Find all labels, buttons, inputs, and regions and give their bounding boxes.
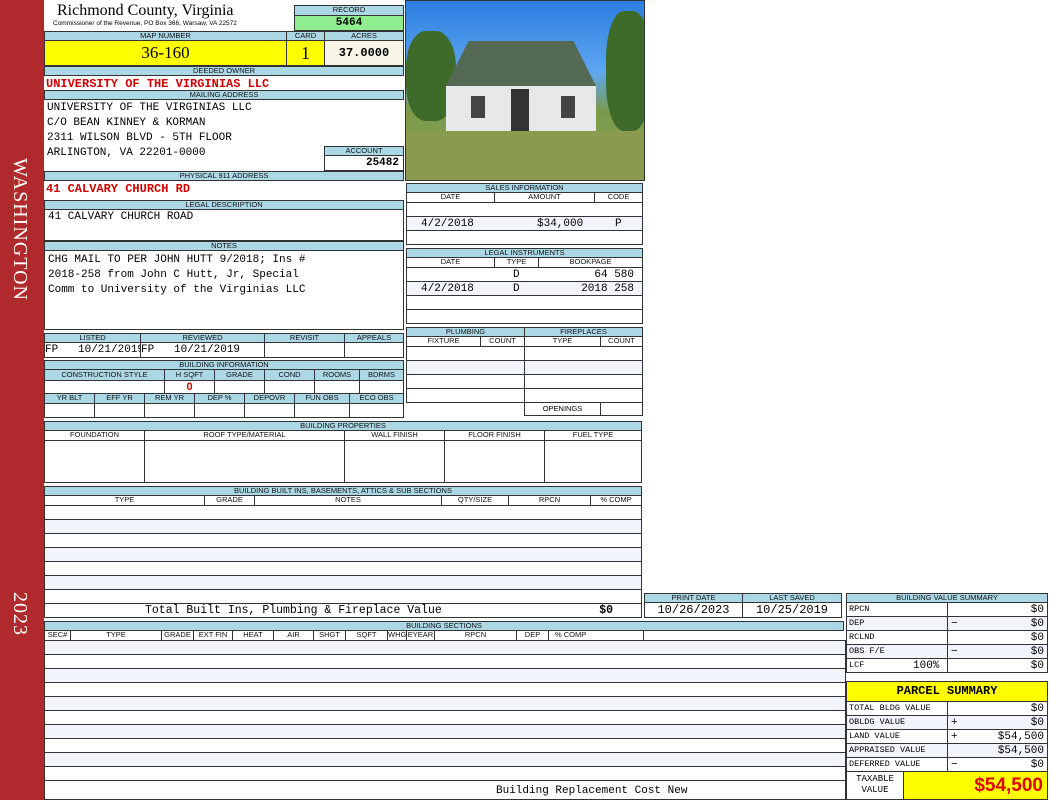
- print-date: 10/26/2023: [644, 602, 743, 618]
- summary-value: $0: [1030, 604, 1044, 616]
- summary-label: DEFERRED VALUE: [847, 758, 948, 771]
- deeded-owner: UNIVERSITY OF THE VIRGINIAS LLC: [46, 77, 270, 91]
- openings-label: OPENINGS: [524, 402, 601, 416]
- summary-label: RPCN: [847, 603, 948, 616]
- building-sections-table: Building Replacement Cost New: [44, 640, 846, 800]
- summary-value: $54,500: [997, 745, 1044, 757]
- instruments-table: D 64 580 4/2/2018 D 2018 258: [406, 267, 643, 324]
- summary-sign: −: [951, 646, 958, 658]
- summary-label: OBS F/E: [847, 645, 948, 658]
- parcel-summary-table: TOTAL BLDG VALUE $0 OBLDG VALUE + $0 LAND VAL…: [846, 701, 1048, 772]
- summary-row: DEP − $0: [847, 617, 1047, 631]
- notes: CHG MAIL TO PER JOHN HUTT 9/2018; Ins # …: [44, 250, 404, 330]
- sale-amount: $34,000: [537, 218, 584, 230]
- map-number: 36-160: [44, 40, 287, 66]
- reviewed-value: FP 10/21/2019: [140, 342, 265, 358]
- inst-type: D: [513, 283, 520, 295]
- summary-row: LAND VALUE + $54,500: [847, 730, 1047, 744]
- card-number: 1: [286, 40, 325, 66]
- built-ins-total-row: Total Built Ins, Plumbing & Fireplace Va…: [44, 603, 642, 618]
- mailing-address-label: MAILING ADDRESS: [44, 90, 404, 100]
- taxable-value-label: TAXABLE VALUE: [846, 771, 904, 800]
- inst-type: D: [513, 269, 520, 281]
- deeded-owner-label: DEEDED OWNER: [44, 66, 404, 76]
- last-saved-date: 10/25/2019: [742, 602, 842, 618]
- mailing-line: ARLINGTON, VA 22201-0000: [47, 147, 206, 159]
- mailing-line: 2311 WILSON BLVD - 5TH FLOOR: [47, 132, 232, 144]
- sale-date: 4/2/2018: [421, 218, 474, 230]
- summary-sign: +: [951, 717, 958, 729]
- notes-line: 2018-258 from John C Hutt, Jr, Special: [48, 269, 299, 281]
- sale-code: P: [615, 218, 622, 230]
- inst-date: 4/2/2018: [421, 283, 474, 295]
- taxable-value: $54,500: [903, 771, 1048, 800]
- sales-table: 4/2/2018 $34,000 P: [406, 202, 643, 245]
- summary-row: RPCN $0: [847, 603, 1047, 617]
- summary-value: $0: [1030, 618, 1044, 630]
- county-title: Richmond County, Virginia: [57, 2, 234, 19]
- summary-value: $0: [1030, 717, 1044, 729]
- summary-row: OBLDG VALUE + $0: [847, 716, 1047, 730]
- summary-label: LAND VALUE: [847, 730, 948, 743]
- tax-year: 2023: [9, 592, 31, 636]
- district-name: WASHINGTON: [9, 158, 31, 301]
- building-properties-body: [44, 440, 642, 483]
- openings-value: [600, 402, 643, 416]
- summary-value: $54,500: [997, 731, 1044, 743]
- summary-row: DEFERRED VALUE − $0: [847, 758, 1047, 772]
- replacement-cost-label: Building Replacement Cost New: [496, 785, 688, 797]
- summary-value: $0: [1030, 759, 1044, 771]
- physical-address: 41 CALVARY CHURCH RD: [46, 182, 191, 196]
- summary-label: APPRAISED VALUE: [847, 744, 948, 757]
- summary-value: $0: [1030, 632, 1044, 644]
- summary-label: OBLDG VALUE: [847, 716, 948, 729]
- account-number: 25482: [324, 155, 404, 171]
- mailing-address: UNIVERSITY OF THE VIRGINIAS LLC C/O BEAN…: [47, 101, 252, 161]
- summary-row: APPRAISED VALUE $54,500: [847, 744, 1047, 758]
- summary-row: TOTAL BLDG VALUE $0: [847, 702, 1047, 716]
- summary-value: $0: [1030, 646, 1044, 658]
- plumbing-table: [406, 346, 525, 403]
- appeals-value: [344, 342, 404, 358]
- mailing-line: C/O BEAN KINNEY & KORMAN: [47, 117, 206, 129]
- summary-row: LCF 100% $0: [847, 659, 1047, 673]
- summary-label: RCLND: [847, 631, 948, 644]
- summary-row: RCLND $0: [847, 631, 1047, 645]
- physical-address-label: PHYSICAL 911 ADDRESS: [44, 171, 404, 181]
- record-number: 5464: [294, 15, 404, 31]
- notes-line: Comm to University of the Virginias LLC: [48, 284, 306, 296]
- summary-sign: −: [951, 618, 958, 630]
- value-summary-table: RPCN $0 DEP − $0 RCLND $0 OBS F/E − $0 LCF 100% $0: [846, 602, 1048, 673]
- summary-row: OBS F/E − $0: [847, 645, 1047, 659]
- built-ins-table: [44, 505, 642, 604]
- revisit-value: [264, 342, 345, 358]
- district-sidebar: WASHINGTON 2023: [0, 0, 44, 800]
- legal-description: 41 CALVARY CHURCH ROAD: [44, 209, 404, 241]
- instrument-row: 4/2/2018 D 2018 258: [407, 282, 642, 296]
- summary-value: $0: [1030, 703, 1044, 715]
- hsqft-value: 0: [165, 381, 215, 393]
- lcf-percent: 100%: [913, 660, 940, 672]
- inst-bookpage: 2018 258: [581, 283, 634, 295]
- built-ins-total-label: Total Built Ins, Plumbing & Fireplace Va…: [145, 604, 442, 617]
- acres-value: 37.0000: [324, 40, 404, 66]
- sales-row: 4/2/2018 $34,000 P: [407, 217, 642, 231]
- summary-value: $0: [1030, 660, 1044, 672]
- commissioner-subtitle: Commissioner of the Revenue, PO Box 366,…: [53, 20, 237, 27]
- summary-label: DEP: [847, 617, 948, 630]
- inst-bookpage: 64 580: [594, 269, 634, 281]
- building-info-row: 0: [44, 380, 404, 394]
- fireplaces-table: [524, 346, 643, 403]
- mailing-line: UNIVERSITY OF THE VIRGINIAS LLC: [47, 102, 252, 114]
- notes-line: CHG MAIL TO PER JOHN HUTT 9/2018; Ins #: [48, 254, 306, 266]
- property-photo: [405, 0, 645, 181]
- parcel-summary-title: PARCEL SUMMARY: [846, 681, 1048, 702]
- built-ins-total-value: $0: [599, 604, 613, 617]
- instrument-row: D 64 580: [407, 268, 642, 282]
- building-info-row-2: [44, 403, 404, 418]
- listed-value: FP 10/21/2019: [44, 342, 145, 358]
- summary-sign: −: [951, 759, 958, 771]
- summary-label: TOTAL BLDG VALUE: [847, 702, 948, 715]
- summary-sign: +: [951, 731, 958, 743]
